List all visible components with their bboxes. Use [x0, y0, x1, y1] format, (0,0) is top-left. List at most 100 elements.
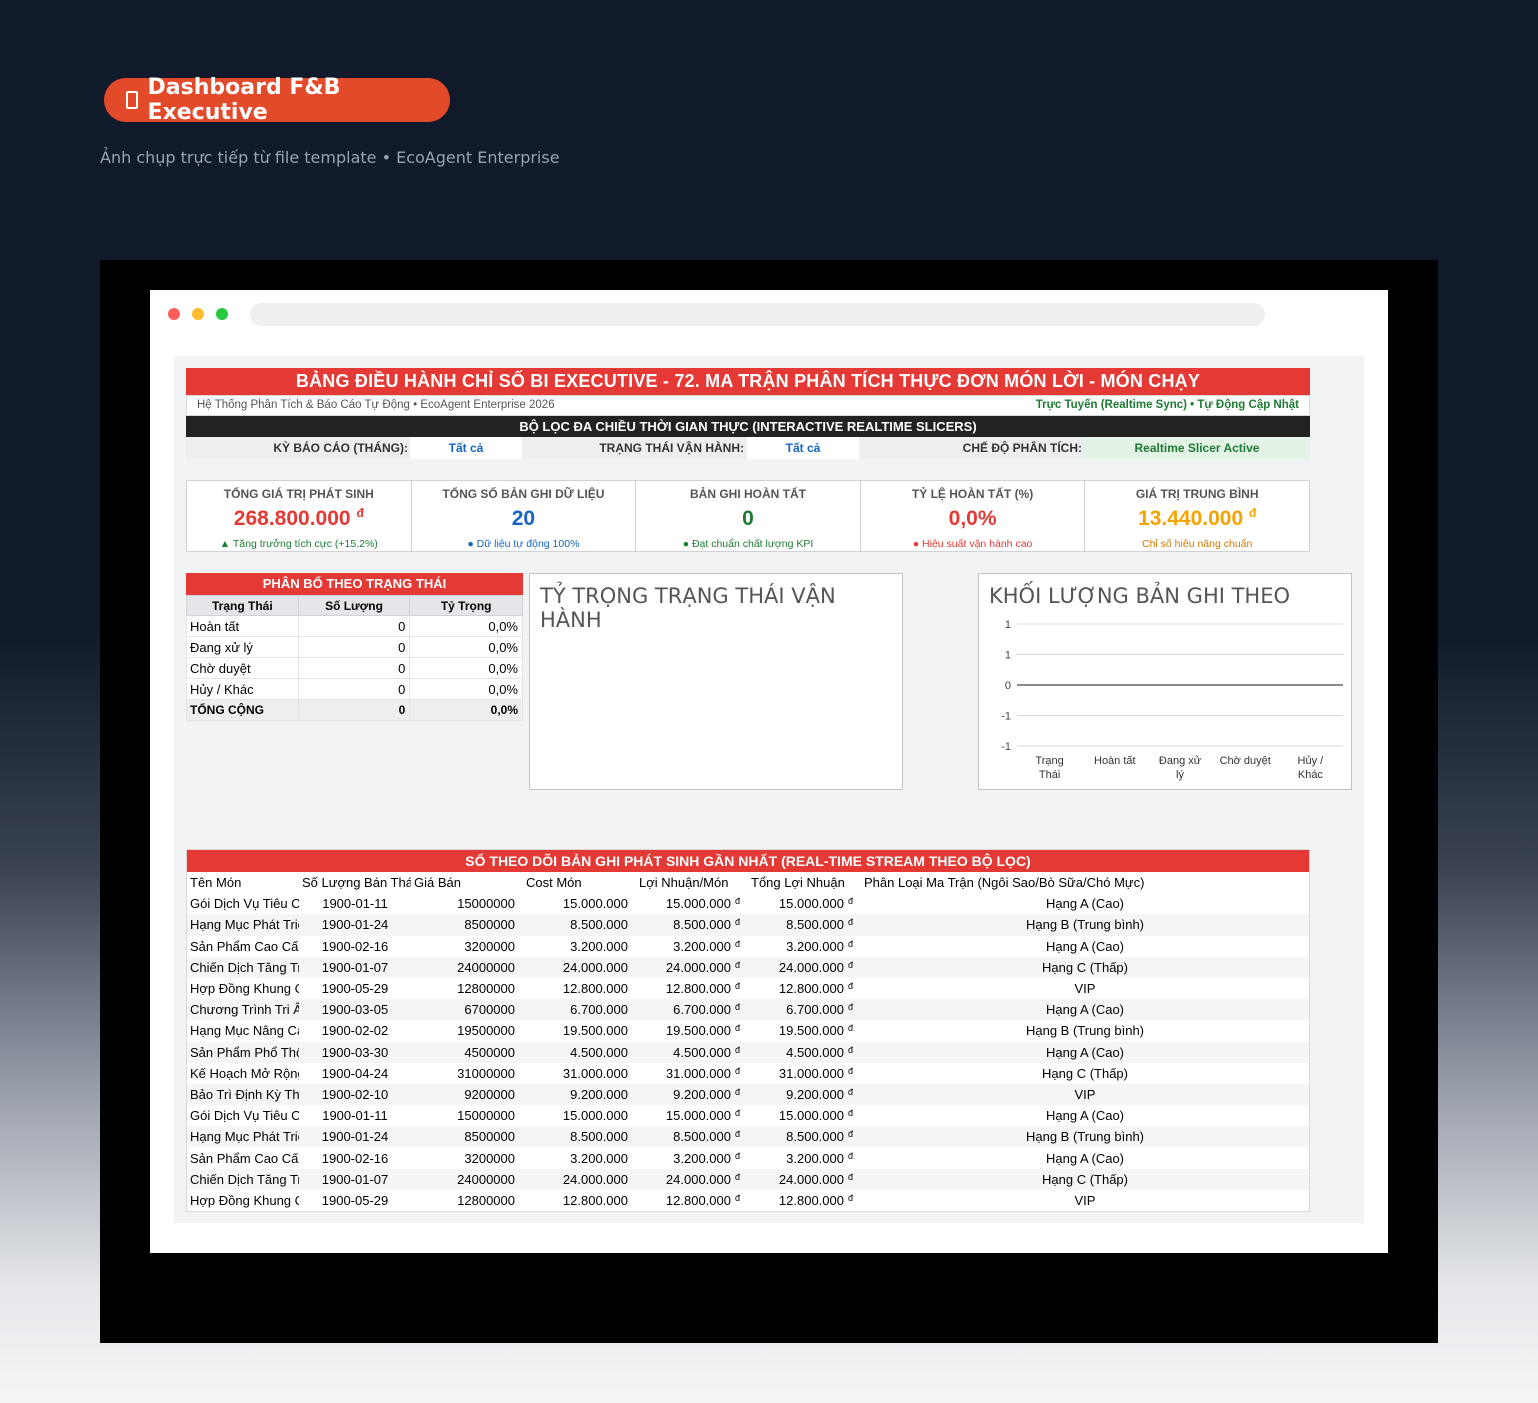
log-cell: 1900-01-24	[299, 1126, 411, 1148]
address-bar[interactable]	[250, 303, 1265, 326]
total-row: TỔNG CỘNG 0 0,0%	[186, 699, 523, 721]
close-window-button[interactable]	[168, 308, 180, 320]
log-cell: 1900-01-11	[322, 1108, 388, 1124]
kpi-card: TỶ LỆ HOÀN TẤT (%) 0,0% ● Hiệu suất vận h…	[861, 481, 1086, 551]
table-row: Hợp Đồng Khung Chiến Lược 1900-05-29 12800…	[187, 978, 1309, 999]
log-cell: 15.000.000 đ	[778, 1108, 853, 1124]
pie-chart-title: TỶ TRỌNG TRẠNG THÁI VẬN HÀNH	[540, 584, 836, 632]
log-cell: Hạng C (Thấp)	[1042, 1065, 1128, 1081]
log-cell: 12.800.000	[562, 1192, 628, 1208]
log-cell: Hạng A (Cao)	[1045, 938, 1125, 954]
pie-chart-box[interactable]: TỶ TRỌNG TRẠNG THÁI VẬN HÀNH	[529, 573, 903, 790]
x-tick-label: Chờ duyệt	[1220, 755, 1271, 767]
kpi-value: 20	[511, 507, 536, 530]
kpi-card: BẢN GHI HOÀN TẤT 0 ● Đạt chuẩn chất lượng…	[636, 481, 861, 551]
status-share: 0,0%	[409, 615, 523, 637]
kpi-label: TỶ LỆ HOÀN TẤT (%)	[911, 487, 1034, 501]
status-name: Chờ duyệt	[186, 657, 299, 679]
bar-chart: 1 1 0 -1 -1 Trạng Thái Hoàn tất Đang xử lý Chờ duy…	[1001, 619, 1343, 781]
log-cell: 19500000	[457, 1023, 515, 1039]
log-cell: 8.500.000	[523, 1126, 636, 1148]
log-cell: 15.000.000 đ	[665, 1108, 740, 1124]
log-cell: 1900-02-02	[321, 1023, 389, 1039]
log-column-header: Tên Món	[190, 875, 242, 891]
kpi-label: BẢN GHI HOÀN TẤT	[689, 487, 806, 501]
log-cell: 24.000.000	[523, 1168, 636, 1190]
log-cell: Chương Trình Tri Ân	[187, 999, 299, 1021]
log-cell: 15.000.000 đ	[665, 896, 740, 912]
status-name: Đang xử lý	[186, 636, 299, 658]
log-cell: 19.500.000 đ	[778, 1023, 853, 1039]
log-cell: 9200000	[411, 1083, 523, 1106]
system-info-row: Hệ Thống Phân Tích & Báo Cáo Tự Động • E…	[186, 395, 1310, 416]
total-share: 0,0%	[409, 699, 523, 721]
period-slicer[interactable]: Tất cả	[410, 437, 522, 459]
mode-slicer[interactable]: Realtime Slicer Active	[1084, 437, 1310, 459]
status-share: 0,0%	[409, 678, 523, 700]
log-cell: Hạng A (Cao)	[861, 1041, 1309, 1063]
log-column-header: Phân Loại Ma Trận (Ngôi Sao/Bò Sữa/Chó M…	[864, 875, 1145, 891]
kpi-value: 0	[742, 507, 754, 530]
log-cell: 4.500.000 đ	[748, 1041, 861, 1063]
table-row: Chương Trình Tri Ân 1900-03-05 6700000 6.70…	[187, 999, 1309, 1021]
log-cell: 1900-03-30	[299, 1041, 411, 1063]
table-row: Sản Phẩm Cao Cấp 1900-02-16 3200000 3.200.0…	[187, 936, 1309, 957]
log-cell: VIP	[1074, 981, 1096, 997]
log-cell: Hạng Mục Phát Triển	[187, 914, 299, 936]
period-slicer-label: KỲ BÁO CÁO (THÁNG):	[273, 441, 408, 455]
log-cell: 1900-02-16	[321, 1150, 389, 1166]
log-cell: 12.800.000 đ	[665, 1192, 740, 1208]
log-column-header: Lợi Nhuận/Món	[639, 875, 729, 891]
log-cell: Kế Hoạch Mở Rộng	[190, 1065, 299, 1081]
log-cell: 9.200.000 đ	[748, 1083, 861, 1106]
log-column-header: Giá Bán	[414, 875, 461, 891]
table-row: Hủy / Khác 0 0,0%	[186, 678, 523, 700]
kpi-card: TỔNG SỐ BẢN GHI DỮ LIỆU 20 ● Dữ liệu tự đ…	[412, 481, 637, 551]
status-slicer[interactable]: Tất cả	[747, 437, 859, 459]
log-cell: Sản Phẩm Phổ Thông	[187, 1041, 299, 1063]
y-tick-label: 1	[1005, 650, 1011, 662]
log-column-header: Cost Món	[526, 875, 582, 891]
log-cell: 12.800.000 đ	[778, 1192, 853, 1208]
log-cell: 1900-04-24	[321, 1065, 389, 1081]
table-row: Sản Phẩm Phổ Thông1900-03-3045000004.500…	[187, 1041, 1309, 1063]
kpi-note: ● Dữ liệu tự động 100%	[467, 538, 580, 550]
records-table: Tên Món Số Lượng Bán ThángGiá Bán Cost Món…	[187, 872, 1309, 1211]
log-cell: 15000000	[457, 1108, 515, 1124]
status-count: 0	[297, 615, 411, 637]
kpi-value: 268.800.000 đ	[233, 506, 364, 530]
y-tick-label: 0	[1005, 680, 1011, 692]
log-cell: 6.700.000 đ	[636, 999, 748, 1021]
log-cell: Gói Dịch Vụ Tiêu Chuẩn	[190, 1108, 299, 1124]
bar-chart-box[interactable]: KHỐI LƯỢNG BẢN GHI THEO 1 1 0 -1 -1 Trạng Thái…	[978, 573, 1352, 790]
log-cell: 3.200.000 đ	[673, 938, 740, 954]
y-tick-label: -1	[1001, 741, 1011, 753]
slicer-row: KỲ BÁO CÁO (THÁNG): Tất cả TRẠNG THÁI VẬ…	[186, 437, 1310, 459]
minimize-window-button[interactable]	[192, 308, 204, 320]
log-cell: 1900-05-29	[321, 1192, 389, 1208]
status-count: 0	[297, 678, 411, 700]
log-cell: Chiến Dịch Tăng Trưởng	[187, 1168, 299, 1190]
log-cell: 1900-01-07	[299, 956, 411, 978]
log-cell: 15.000.000	[562, 896, 628, 912]
log-cell: 31.000.000	[562, 1065, 628, 1081]
system-line: Hệ Thống Phân Tích & Báo Cáo Tự Động • E…	[197, 399, 555, 411]
kpi-label: TỔNG GIÁ TRỊ PHÁT SINH	[223, 487, 374, 501]
table-row: Gói Dịch Vụ Tiêu Chuẩn 1900-01-11 15000000…	[187, 893, 1309, 914]
hero-subtitle: Ảnh chụp trực tiếp từ file template • Ec…	[100, 148, 560, 167]
status-slicer-label: TRẠNG THÁI VẬN HÀNH:	[599, 441, 744, 455]
kpi-label: TỔNG SỐ BẢN GHI DỮ LIỆU	[442, 487, 605, 501]
x-tick-label: Hủy / Khác	[1298, 755, 1325, 781]
log-cell: 3.200.000	[570, 938, 628, 954]
log-cell: 24.000.000 đ	[636, 956, 748, 978]
log-cell: 8500000	[411, 1126, 523, 1148]
log-cell: VIP	[861, 1083, 1309, 1106]
log-cell: 12800000	[457, 981, 515, 997]
status-share: 0,0%	[409, 636, 523, 658]
log-cell: 1900-01-11	[322, 896, 388, 912]
log-column-header: Tổng Lợi Nhuận	[751, 875, 845, 891]
maximize-window-button[interactable]	[216, 308, 228, 320]
total-count: 0	[297, 699, 411, 721]
total-label: TỔNG CỘNG	[186, 699, 299, 721]
log-cell: 24.000.000	[523, 956, 636, 978]
